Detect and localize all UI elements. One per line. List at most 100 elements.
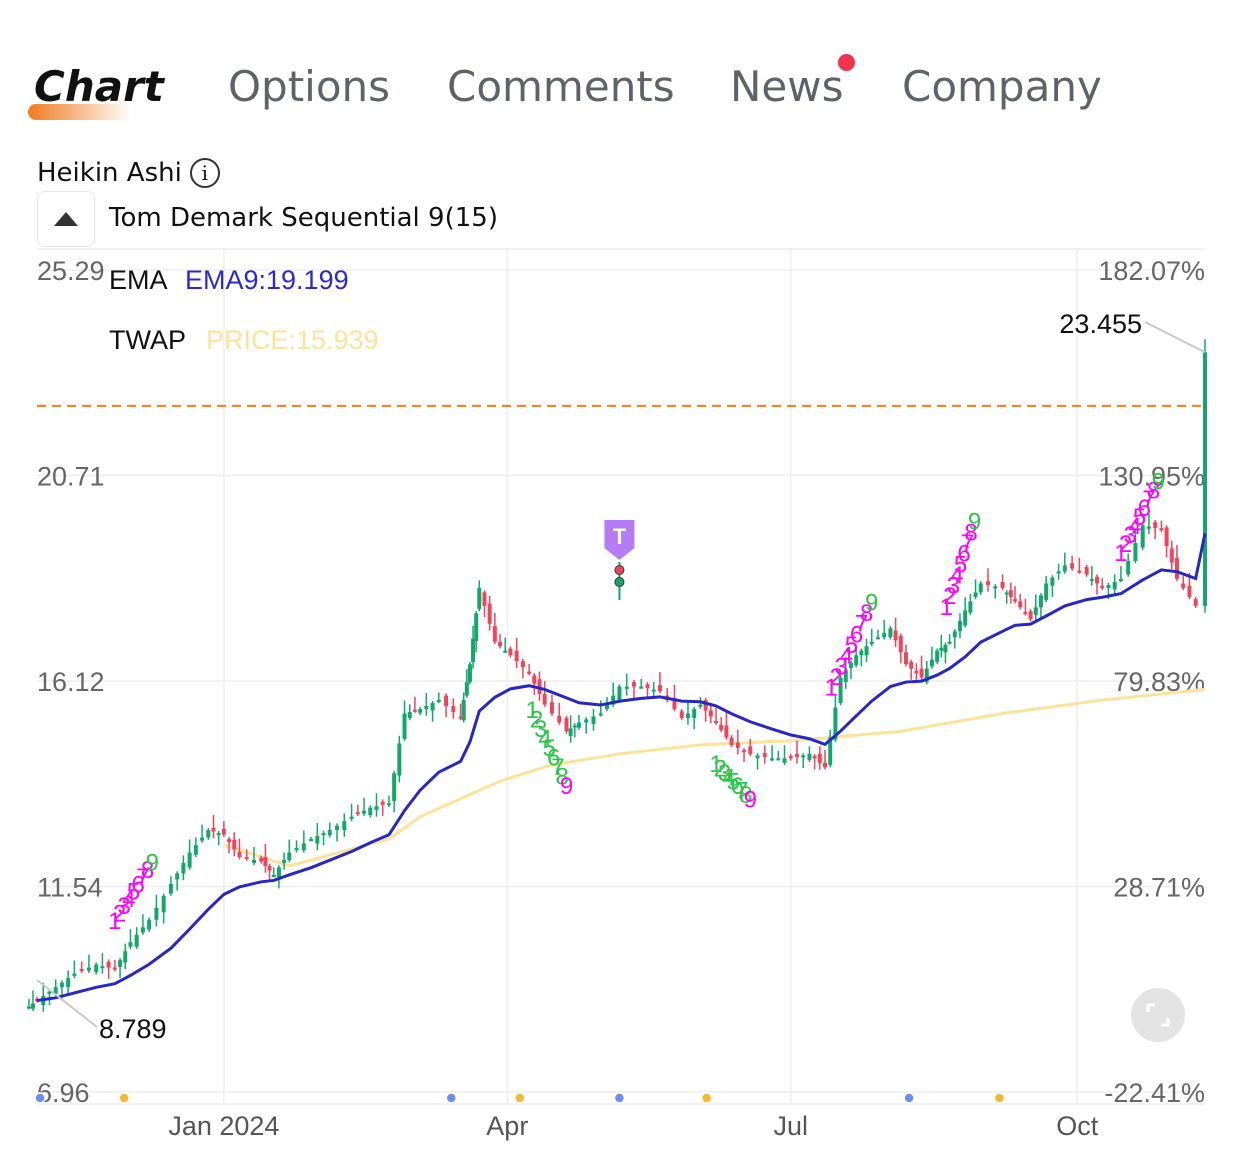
candle-up (572, 725, 577, 728)
candle-up (161, 895, 166, 913)
high-price-label: 23.455 (1059, 309, 1142, 339)
candle-down (527, 671, 532, 674)
event-dot-green (614, 577, 625, 588)
event-dot (700, 1092, 713, 1104)
candle-down (1193, 599, 1198, 606)
candle-up (935, 650, 940, 662)
candle-up (568, 728, 573, 736)
candle-up (952, 631, 957, 638)
candle-down (1181, 583, 1186, 588)
candle-down (794, 753, 799, 757)
candle-down (735, 742, 740, 748)
candle-down (657, 685, 662, 692)
candle-down (713, 720, 718, 723)
candle-down (679, 711, 684, 718)
ema-legend-value: EMA9:19.199 (185, 265, 349, 295)
candle-up (1118, 578, 1123, 581)
candle-down (227, 839, 232, 843)
candle-down (708, 710, 713, 717)
candle-down (444, 695, 449, 707)
candle-down (498, 641, 503, 647)
x-tick-label: Apr (486, 1111, 528, 1141)
candle-down (898, 635, 903, 653)
candle-up (1106, 584, 1111, 588)
candle-up (993, 586, 998, 589)
fullscreen-icon (1146, 1003, 1170, 1027)
high-label-leader (1144, 321, 1206, 354)
candle-up (467, 664, 472, 683)
candle-up (118, 960, 123, 967)
candle-down (788, 756, 793, 759)
candle-down (380, 801, 385, 805)
candle-up (801, 755, 806, 758)
candle-down (812, 756, 817, 759)
candle-down (823, 762, 828, 768)
candle-up (362, 810, 367, 814)
event-dot (993, 1092, 1006, 1104)
candle-up (147, 919, 152, 930)
candle-up (947, 641, 952, 644)
candle-up (386, 803, 391, 806)
candle-up (128, 942, 133, 947)
candle-up (86, 967, 91, 971)
candle-up (1062, 565, 1067, 572)
candle-down (514, 650, 519, 662)
candle-down (1028, 611, 1033, 620)
candle-up (168, 883, 173, 894)
candle-down (1095, 576, 1100, 584)
candle-up (1203, 352, 1207, 606)
candle-down (762, 753, 767, 757)
y-tick-right: 79.83% (1113, 667, 1205, 697)
candle-down (482, 592, 487, 606)
candle-up (477, 587, 482, 609)
fullscreen-button[interactable] (1131, 988, 1185, 1042)
candle-up (430, 703, 435, 711)
candle-up (1044, 583, 1049, 600)
twap-legend-name: TWAP (109, 325, 186, 355)
candle-down (919, 668, 924, 678)
candle-up (1056, 571, 1061, 574)
candle-down (532, 675, 537, 684)
candle-up (424, 706, 429, 710)
event-dot (514, 1092, 526, 1104)
candle-down (817, 753, 822, 763)
candle-up (287, 852, 292, 861)
candle-down (1070, 563, 1075, 569)
candle-up (782, 758, 787, 763)
price-chart[interactable]: 25.29 182.07%20.71 130.95%16.12 79.83%11.54… (0, 0, 1242, 1155)
candle-up (181, 862, 186, 874)
candle-down (557, 715, 562, 723)
y-tick-left: 16.12 (37, 667, 105, 697)
candle-up (584, 719, 589, 723)
candle-down (267, 865, 272, 871)
candle-up (864, 646, 869, 656)
candle-down (259, 857, 264, 862)
candle-down (492, 626, 497, 642)
candle-up (309, 839, 314, 842)
candle-down (748, 746, 753, 754)
candle-up (617, 686, 622, 701)
candle-up (407, 712, 412, 718)
candle-down (1100, 585, 1105, 588)
td-count-label: 9 (560, 773, 573, 800)
low-price-label: 8.789 (99, 1014, 167, 1044)
candle-up (598, 713, 603, 716)
candle-down (451, 706, 456, 713)
candle-down (508, 648, 513, 656)
candle-up (692, 709, 697, 718)
candle-up (1038, 595, 1043, 608)
candle-down (1000, 581, 1005, 588)
candle-up (943, 644, 948, 653)
td-count-label: 9 (146, 849, 159, 876)
candle-down (1164, 527, 1169, 547)
candle-up (929, 659, 934, 667)
candle-up (94, 964, 99, 973)
event-marker-label: T (613, 524, 627, 549)
candle-up (770, 758, 775, 761)
candle-down (1013, 599, 1018, 602)
event-dot (445, 1092, 458, 1104)
candle-up (624, 686, 629, 689)
candle-up (321, 833, 326, 836)
candle-up (392, 773, 397, 801)
candle-down (903, 652, 908, 665)
